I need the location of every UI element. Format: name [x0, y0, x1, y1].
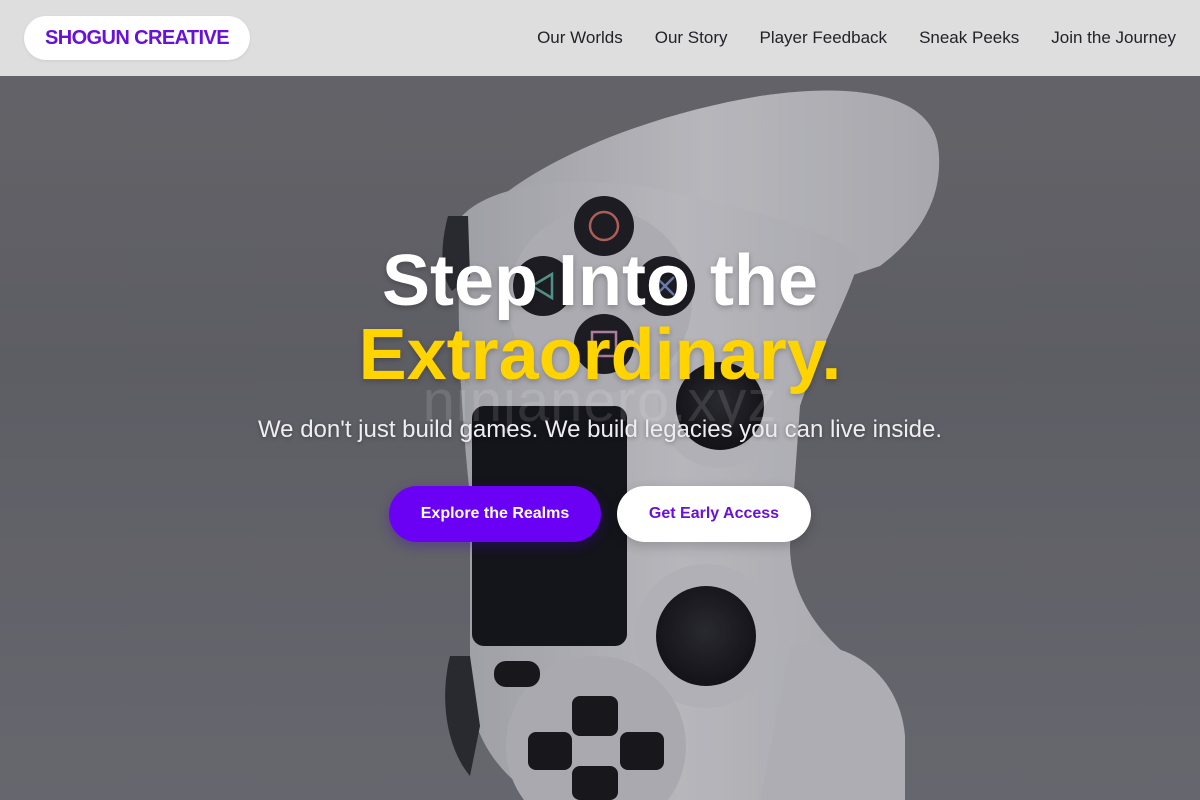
- brand-name: SHOGUN CREATIVE: [45, 26, 230, 49]
- nav-item-player-feedback[interactable]: Player Feedback: [759, 28, 887, 48]
- brand-logo[interactable]: SHOGUN CREATIVE: [24, 16, 250, 60]
- nav-item-our-story[interactable]: Our Story: [655, 28, 728, 48]
- cta-row: Explore the Realms Get Early Access: [0, 486, 1200, 542]
- hero-headline-line2: Extraordinary.: [358, 315, 842, 395]
- hero-content: Step Into the Extraordinary. We don't ju…: [0, 244, 1200, 542]
- nav-item-join-the-journey[interactable]: Join the Journey: [1051, 28, 1176, 48]
- site-header: SHOGUN CREATIVE Our Worlds Our Story Pla…: [0, 0, 1200, 76]
- hero-section: ninjanero.xyz Step Into the Extraordinar…: [0, 76, 1200, 800]
- nav-item-our-worlds[interactable]: Our Worlds: [537, 28, 623, 48]
- hero-subtitle: We don't just build games. We build lega…: [257, 416, 943, 443]
- hero-headline-line1: Step Into the: [382, 241, 818, 321]
- early-access-button[interactable]: Get Early Access: [617, 486, 811, 542]
- main-nav: Our Worlds Our Story Player Feedback Sne…: [537, 0, 1176, 76]
- explore-realms-button[interactable]: Explore the Realms: [389, 486, 601, 542]
- nav-item-sneak-peeks[interactable]: Sneak Peeks: [919, 28, 1019, 48]
